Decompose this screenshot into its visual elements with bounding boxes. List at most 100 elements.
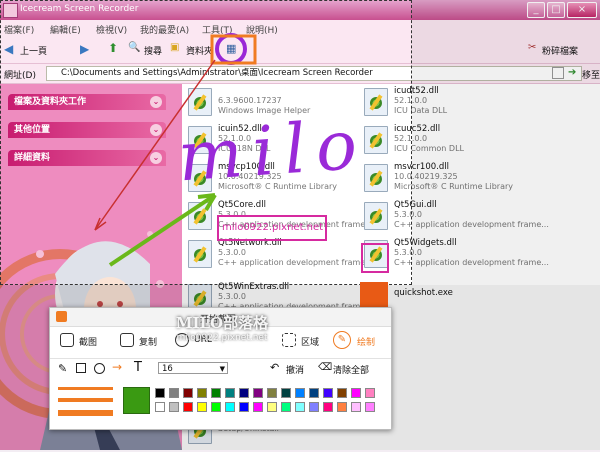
chevron-down-icon: ▼ [219,365,225,373]
color-swatch[interactable] [267,388,277,398]
menu-favorites[interactable]: 我的最愛(A) [140,23,189,36]
color-swatch[interactable] [239,388,249,398]
task-section-label: 檔案及資料夾工作 [14,97,87,107]
ellipse-tool-icon[interactable] [94,363,105,374]
pencil-tool-icon[interactable]: ✎ [58,362,67,375]
clear-all-button[interactable]: 清除全部 [333,363,369,376]
address-label: 網址(D) [4,71,36,81]
chevron-down-icon[interactable]: ⌄ [150,124,162,136]
color-swatch[interactable] [183,402,193,412]
color-swatch[interactable] [183,388,193,398]
dll-file-icon [364,240,388,268]
color-swatch[interactable] [225,402,235,412]
up-folder-icon[interactable]: ⬆ [108,41,118,55]
menu-view[interactable]: 檢視(V) [96,23,127,36]
rectangle-tool-icon[interactable] [76,363,86,373]
color-swatch[interactable] [211,402,221,412]
drawing-tools-row: ✎ → T 16 ▼ ↶ 撤消 ⌫ 清除全部 [50,358,391,379]
dll-file-icon [364,202,388,230]
color-swatch[interactable] [323,388,333,398]
file-description: C++ application development frame... [218,258,373,267]
forward-arrow-icon[interactable]: ▶ [80,42,89,56]
color-palette-area [50,381,391,427]
draw-label: 绘制 [357,338,376,348]
text-tool-icon[interactable]: T [134,360,142,375]
undo-button[interactable]: 撤消 [286,363,304,376]
color-swatch[interactable] [197,388,207,398]
menu-file[interactable]: 檔案(F) [4,23,34,36]
task-section-other-places[interactable]: 其他位置 ⌄ [8,122,166,138]
color-swatch[interactable] [155,402,165,412]
color-swatch[interactable] [239,402,249,412]
dll-file-icon [364,126,388,154]
watermark-url: milo0922.pixnet.net [176,333,268,343]
views-icon[interactable]: ▦ [226,42,236,55]
color-swatch[interactable] [281,388,291,398]
file-item[interactable]: Qt5Network.dll 5.3.0.0 C++ application dev… [188,236,378,276]
color-swatch[interactable] [309,388,319,398]
font-size-select[interactable]: 16 ▼ [158,362,228,374]
window-title: Icecream Screen Recorder [20,4,139,14]
color-swatch[interactable] [337,388,347,398]
thin-line-width[interactable] [58,387,113,390]
dll-file-icon [188,240,212,268]
camera-icon [60,333,74,347]
color-swatch[interactable] [211,388,221,398]
color-swatch[interactable] [267,402,277,412]
menu-edit[interactable]: 編輯(E) [50,23,81,36]
search-button[interactable]: 搜尋 [144,44,162,57]
pencil-icon: ✎ [333,331,351,349]
color-swatch[interactable] [337,402,347,412]
color-swatch[interactable] [253,388,263,398]
arrow-tool-icon[interactable]: → [112,360,122,374]
region-label: 区域 [301,338,320,348]
folder-icon [3,3,18,18]
dll-file-icon [364,88,388,116]
eraser-icon[interactable]: ⌫ [318,362,332,373]
folders-button[interactable]: 資料夾 [186,44,213,57]
menu-tools[interactable]: 工具(T) [202,23,233,36]
watermark-title: MILO部落格 [175,314,269,332]
dll-file-icon [188,202,212,230]
search-icon: 🔍 [128,42,141,53]
dll-file-icon [188,88,212,116]
copy-label: 复制 [139,338,158,348]
color-swatch[interactable] [281,402,291,412]
back-button-label[interactable]: 上一頁 [20,44,47,57]
draw-mode-button[interactable]: ✎ 绘制 [329,330,389,352]
color-swatch[interactable] [323,402,333,412]
thick-line-width[interactable] [58,410,113,416]
back-arrow-icon[interactable]: ◀ [4,42,13,56]
file-name: Qt5Network.dll [218,238,282,248]
file-name: Qt5Core.dll [218,200,266,210]
color-swatch[interactable] [225,388,235,398]
folders-icon: ▣ [170,42,180,53]
color-swatch[interactable] [253,402,263,412]
font-size-value: 16 [162,364,173,374]
color-swatch[interactable] [365,388,375,398]
medium-line-width[interactable] [58,398,113,402]
undo-icon[interactable]: ↶ [270,361,279,374]
color-swatch[interactable] [169,402,179,412]
color-swatch[interactable] [169,388,179,398]
color-swatch[interactable] [351,402,361,412]
menu-help[interactable]: 說明(H) [246,23,278,36]
recorder-app-icon [56,311,67,322]
color-swatch[interactable] [351,388,361,398]
color-swatch[interactable] [295,388,305,398]
color-swatch[interactable] [309,402,319,412]
highlight-url-text: milo0922.pixnet.net [222,222,324,233]
color-swatch[interactable] [197,402,207,412]
screenshot-label: 截图 [79,338,98,348]
file-version: 5.3.0.0 [218,248,246,257]
chevron-down-icon[interactable]: ⌄ [150,96,162,108]
file-version: 5.3.0.0 [218,210,246,219]
selected-color-swatch [123,387,150,414]
region-icon [282,333,296,347]
color-swatch[interactable] [155,388,165,398]
task-section-label: 其他位置 [14,125,51,135]
color-swatch[interactable] [295,402,305,412]
color-swatch[interactable] [365,402,375,412]
copy-icon [120,333,134,347]
task-section-file-folder[interactable]: 檔案及資料夾工作 ⌄ [8,94,166,110]
